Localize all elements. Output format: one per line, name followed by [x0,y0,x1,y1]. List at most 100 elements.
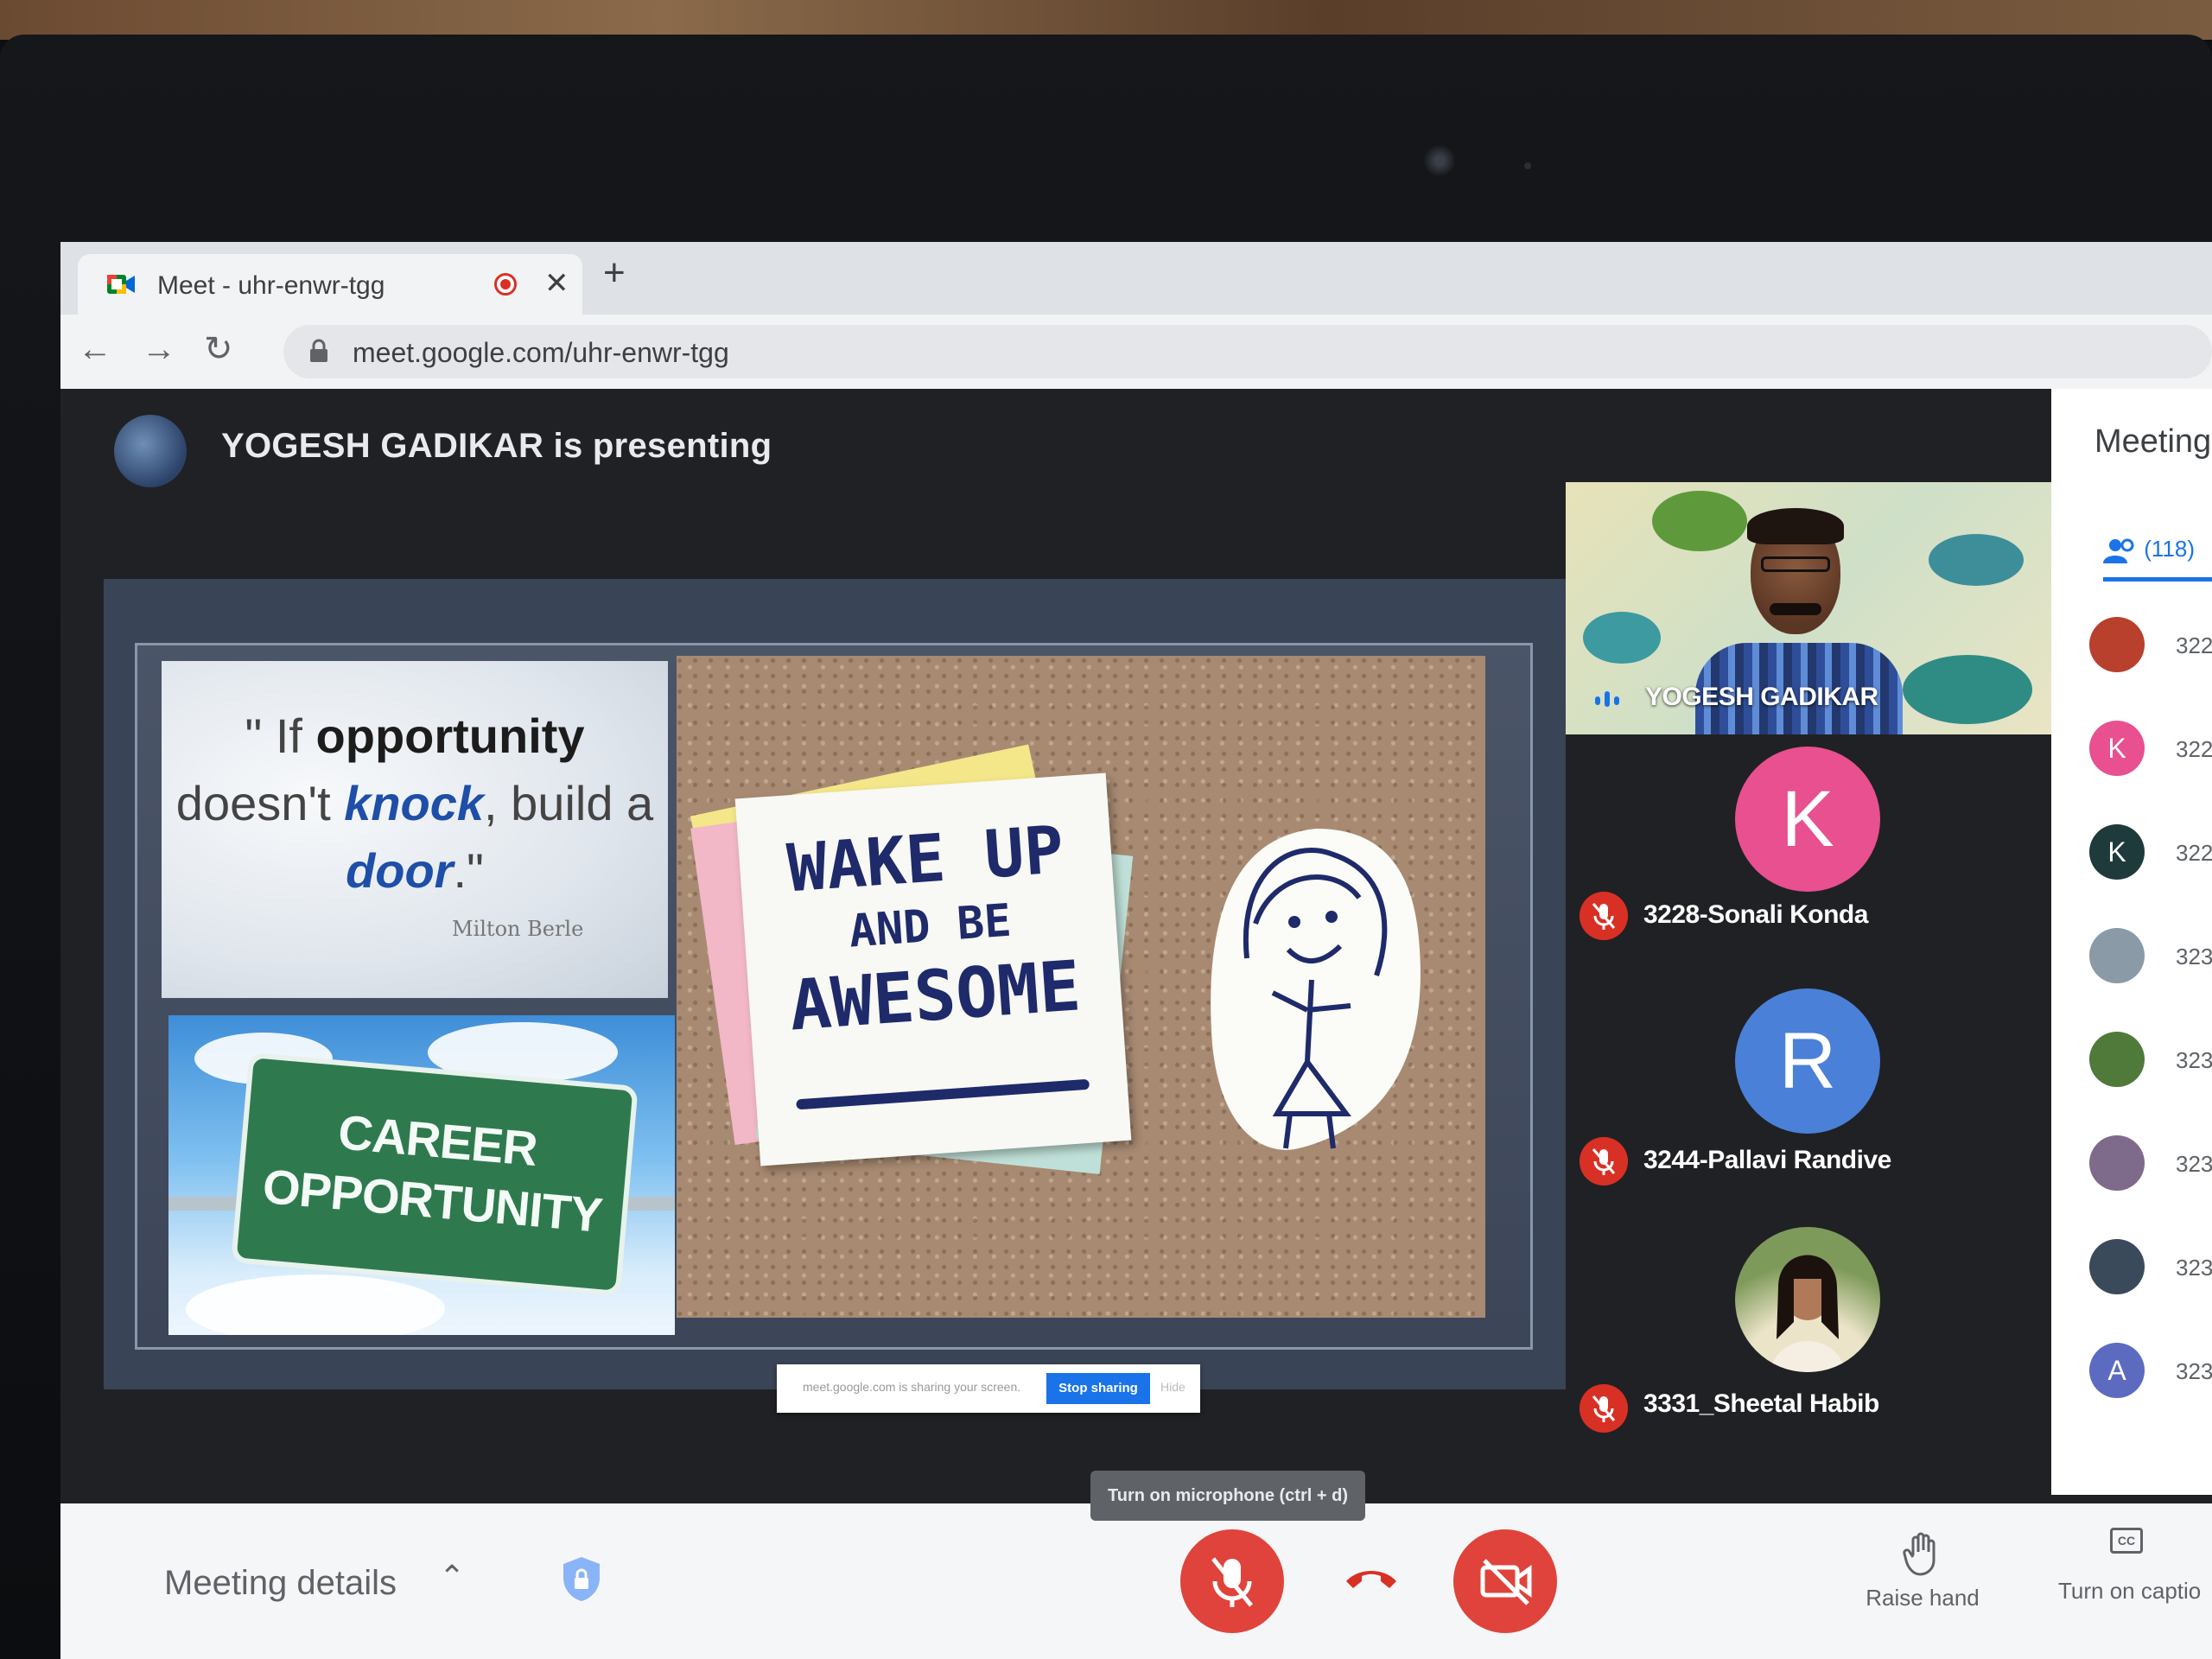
forward-icon[interactable]: → [142,330,176,368]
camera-off-icon [1480,1559,1532,1605]
captions-label: Turn on captio [2058,1578,2202,1604]
presenter-avatar [114,415,187,487]
corkboard-image: WAKE UP AND BE AWESOME [677,656,1485,1318]
url-text: meet.google.com/uhr-enwr-tgg [353,337,729,368]
mic-off-icon [1211,1557,1253,1607]
laptop-screen: Meet - uhr-enwr-tgg ✕ + ← → ↻ meet.googl… [60,242,2212,1659]
lock-icon [310,339,327,362]
tab-people[interactable]: (118) [2103,536,2196,564]
participant-avatar: R [1735,988,1880,1134]
screen-sharing-bar: meet.google.com is sharing your screen. … [777,1364,1200,1413]
sharing-notice: meet.google.com is sharing your screen. [803,1380,1021,1394]
wallpaper-fish [1583,612,1661,664]
participant-tile[interactable]: R 3244-Pallavi Randive [1566,976,2051,1218]
career-opportunity-image: CAREER OPPORTUNITY [168,1015,675,1335]
participant-tile[interactable]: 3331_Sheetal Habib [1566,1218,2051,1460]
people-name: 322 [2176,736,2212,762]
browser-toolbar: ← → ↻ meet.google.com/uhr-enwr-tgg [60,315,2212,390]
people-name: 322 [2176,632,2212,658]
people-name: 323 [2176,944,2212,969]
reload-icon[interactable]: ↻ [204,330,233,368]
career-sign: CAREER OPPORTUNITY [231,1052,639,1297]
people-name: 3238 [2176,1358,2212,1384]
shared-screen-slide: " If opportunity doesn't knock, build a … [135,643,1533,1413]
people-list-item[interactable]: 323 [2089,928,2212,988]
browser-tabstrip: Meet - uhr-enwr-tgg ✕ + [60,242,2212,315]
presentation-stage: " If opportunity doesn't knock, build a … [104,579,1611,1413]
webcam [1424,145,1455,176]
meet-favicon-icon [107,275,135,294]
participant-name: 3228-Sonali Konda [1643,900,1868,929]
presenter-name: YOGESH GADIKAR [1645,683,1878,711]
people-avatar: K [2089,721,2145,776]
note-underline [796,1078,1090,1110]
meeting-details-button[interactable]: Meeting details [164,1564,397,1603]
browser-tab-meet[interactable]: Meet - uhr-enwr-tgg ✕ [78,254,582,315]
panel-title: Meeting [2094,423,2212,460]
hide-sharing-bar-button[interactable]: Hide [1160,1380,1185,1394]
wake-up-note: WAKE UP AND BE AWESOME [734,772,1132,1166]
presenter-video-tile[interactable]: YOGESH GADIKAR [1566,482,2051,734]
quote-text: " If opportunity doesn't knock, build a … [175,709,654,898]
stick-figure-doodle [1211,829,1421,1150]
tab-title: Meet - uhr-enwr-tgg [157,271,385,300]
close-tab-icon[interactable]: ✕ [544,266,569,301]
meet-control-bar: Turn on microphone (ctrl + d) Meeting de… [60,1471,2212,1659]
people-avatar [2089,928,2145,983]
mic-off-icon [1580,892,1628,940]
quote-author: Milton Berle [452,917,584,941]
mic-off-icon [1580,1384,1628,1433]
people-count: (118) [2144,536,2196,562]
hang-up-icon[interactable] [1341,1559,1402,1593]
people-list-item[interactable]: 322 [2089,617,2212,677]
people-list-item[interactable]: K 322 [2089,721,2212,781]
shield-lock-icon[interactable] [562,1555,601,1602]
participant-photo [1770,1255,1846,1372]
microphone-toggle-button[interactable] [1180,1529,1284,1633]
meet-window: YOGESH GADIKAR is presenting " If opport… [60,389,2212,1659]
presenter-hair [1747,508,1844,544]
mic-off-icon [1580,1137,1628,1185]
presenter-glasses [1761,556,1830,572]
meeting-details-panel: Meeting (118) 322 K 322 K 322 323 323 32… [2051,389,2212,1495]
tab-underline [2103,577,2212,582]
microphone-tooltip: Turn on microphone (ctrl + d) [1090,1471,1365,1521]
presenter-mustache [1770,603,1821,615]
cloud [186,1274,445,1335]
closed-captions-icon: CC [2110,1528,2143,1554]
stop-sharing-button[interactable]: Stop sharing [1046,1373,1150,1404]
people-avatar [2089,1032,2145,1087]
people-avatar: A [2089,1343,2145,1398]
people-list-item[interactable]: 323 [2089,1032,2212,1092]
people-name: 322 [2176,840,2212,866]
people-list-item[interactable]: A 3238 [2089,1343,2212,1403]
camera-toggle-button[interactable] [1453,1529,1557,1633]
wallpaper-fish [1903,655,2032,724]
quote-image: " If opportunity doesn't knock, build a … [162,661,668,998]
chevron-up-icon[interactable]: ⌃ [439,1559,465,1595]
participant-photo-avatar [1735,1227,1880,1372]
people-name: 3234 [2176,1151,2212,1177]
people-icon [2103,538,2134,564]
people-name: 3237 [2176,1255,2212,1281]
people-list-item[interactable]: 3234 [2089,1135,2212,1196]
people-list-item[interactable]: K 322 [2089,824,2212,885]
sign-line-2: OPPORTUNITY [260,1158,605,1243]
participant-avatar: K [1735,747,1880,892]
back-icon[interactable]: ← [78,330,112,368]
people-list-item[interactable]: 3237 [2089,1239,2212,1300]
participant-tiles: YOGESH GADIKAR K 3228-Sonali Konda R 324… [1566,482,2051,1488]
new-tab-button[interactable]: + [603,254,626,292]
participant-tile[interactable]: K 3228-Sonali Konda [1566,734,2051,976]
hand-icon [1903,1532,1936,1576]
people-avatar [2089,617,2145,672]
people-name: 323 [2176,1047,2212,1073]
raise-hand-label: Raise hand [1866,1585,1980,1611]
presenting-title: YOGESH GADIKAR is presenting [221,427,772,465]
recording-indicator-icon [494,273,517,296]
sign-line-1: CAREER [335,1104,539,1177]
webcam-indicator [1524,162,1531,169]
participant-name: 3331_Sheetal Habib [1643,1389,1879,1418]
address-bar[interactable]: meet.google.com/uhr-enwr-tgg [283,325,2212,378]
participant-name: 3244-Pallavi Randive [1643,1146,1891,1174]
